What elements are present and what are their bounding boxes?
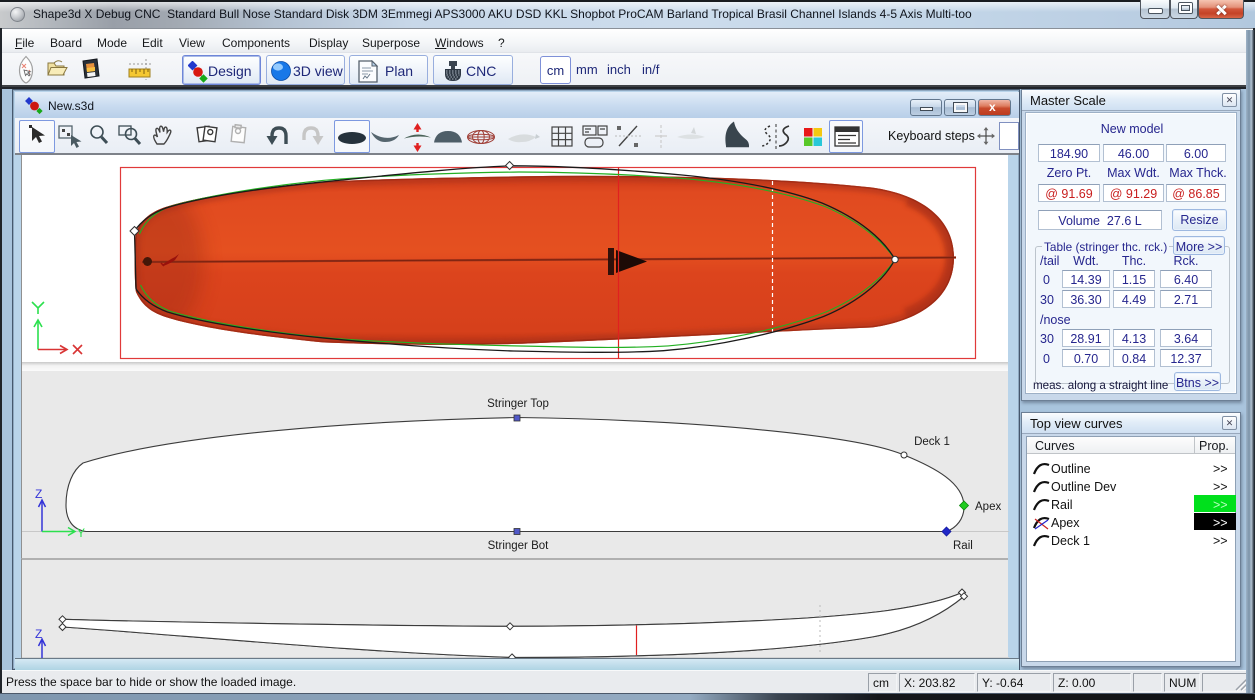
- svg-text:Y: Y: [77, 526, 85, 540]
- svg-text:Deck 1: Deck 1: [914, 436, 950, 448]
- svg-text:Z: Z: [35, 487, 42, 501]
- svg-text:Z: Z: [35, 627, 42, 641]
- svg-text:Stringer Top: Stringer Top: [487, 398, 549, 410]
- svg-text:Rail: Rail: [953, 540, 973, 552]
- svg-text:Stringer Bot: Stringer Bot: [488, 540, 550, 552]
- svg-text:Apex: Apex: [975, 501, 1001, 513]
